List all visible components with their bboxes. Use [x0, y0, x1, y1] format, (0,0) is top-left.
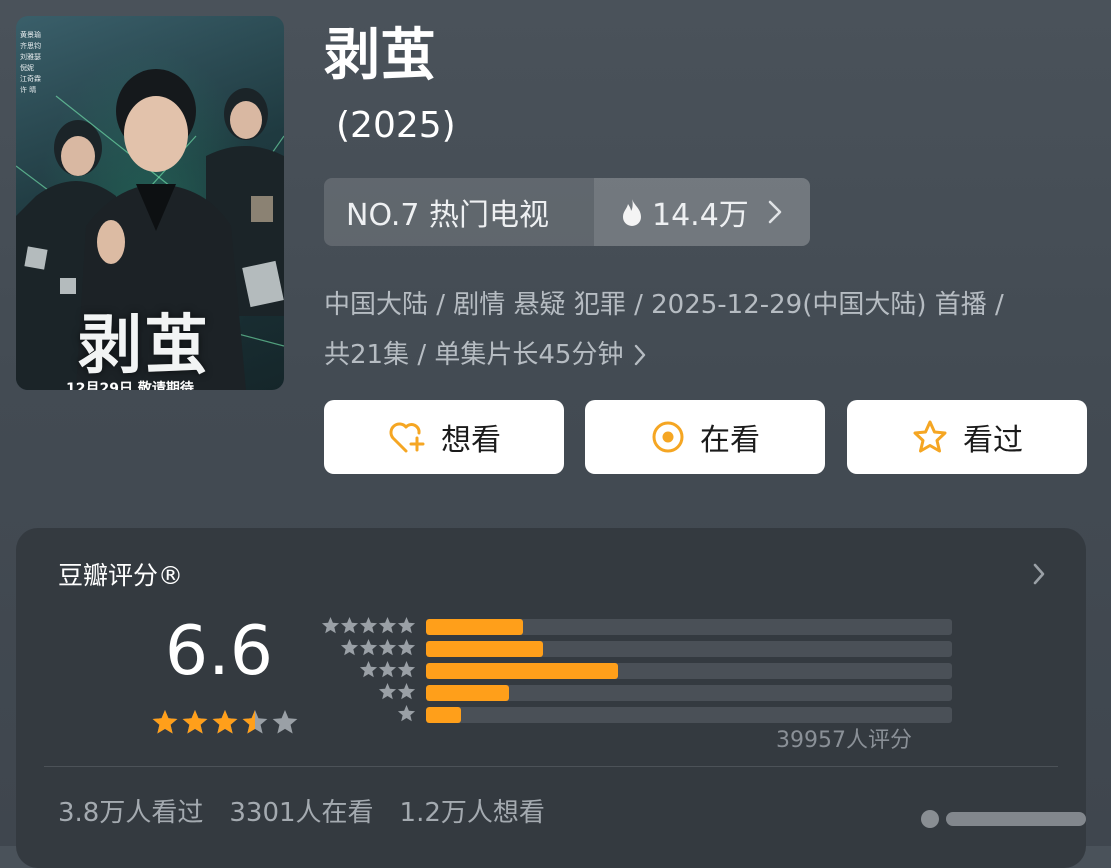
distribution-star	[340, 639, 359, 656]
rating-star-filled	[152, 710, 178, 734]
distribution-bar-track	[426, 663, 952, 679]
distribution-star	[359, 661, 378, 678]
rating-section-title: 豆瓣评分®	[58, 561, 184, 590]
star-level-3	[359, 661, 416, 678]
want-to-watch-button[interactable]: 想看	[324, 400, 564, 474]
distribution-star	[378, 683, 397, 700]
rank-label[interactable]: NO.7 热门电视	[324, 178, 594, 246]
distribution-row	[316, 704, 416, 726]
meta-line-1: 中国大陆 / 剧情 悬疑 犯罪 / 2025-12-29(中国大陆) 首播 /	[324, 290, 1004, 320]
distribution-star	[397, 639, 416, 656]
watching-count: 3301人在看	[229, 798, 374, 828]
distribution-star	[340, 617, 359, 634]
star-level-4	[340, 639, 416, 656]
distribution-row	[316, 638, 416, 660]
audience-stats: 3.8万人看过 3301人在看 1.2万人想看	[58, 792, 545, 829]
chevron-right-icon	[768, 200, 782, 224]
distribution-star	[359, 617, 378, 634]
distribution-star	[378, 617, 397, 634]
distribution-star	[397, 683, 416, 700]
poster-credits: 黄景瑜 齐思钧 刘雅瑟 倪妮 江奇霖 许 晴	[20, 30, 48, 96]
want-count: 1.2万人想看	[399, 798, 545, 828]
poster-credit: 齐思钧	[20, 42, 41, 50]
heart-plus-icon	[389, 422, 425, 453]
distribution-bar-fill	[426, 663, 618, 679]
flame-icon	[623, 198, 641, 226]
poster-credit: 黄景瑜	[20, 31, 41, 39]
star-level-5	[321, 617, 416, 634]
star-level-2	[378, 683, 416, 700]
target-circle-icon	[652, 421, 684, 453]
distribution-bar-fill	[426, 707, 462, 723]
poster-image[interactable]: 黄景瑜 齐思钧 刘雅瑟 倪妮 江奇霖 许 晴 剥茧 12月29日 敬请期待	[16, 16, 284, 390]
distribution-row	[316, 682, 416, 704]
watching-button[interactable]: 在看	[585, 400, 825, 474]
distribution-row	[316, 660, 416, 682]
watched-button[interactable]: 看过	[847, 400, 1087, 474]
distribution-star	[397, 661, 416, 678]
meta-line-2[interactable]: 共21集 / 单集片长45分钟	[324, 330, 1094, 380]
watched-count: 3.8万人看过	[58, 798, 204, 828]
rating-star-filled	[212, 710, 238, 734]
watching-label: 在看	[700, 423, 760, 458]
star-outline-icon	[913, 420, 947, 453]
distribution-star	[378, 661, 397, 678]
watched-label: 看过	[963, 423, 1023, 458]
distribution-star	[378, 639, 397, 656]
distribution-bar-track	[426, 641, 952, 657]
poster-credit: 刘雅瑟	[20, 53, 41, 61]
show-year: (2025)	[336, 105, 456, 146]
watermark-logo	[921, 810, 1086, 828]
distribution-bar-track	[426, 707, 952, 723]
rating-score: 6.6	[164, 612, 274, 691]
heat-value: 14.4万	[652, 198, 749, 233]
distribution-star	[359, 639, 378, 656]
rating-star	[272, 710, 298, 734]
rating-star-filled	[182, 710, 208, 734]
distribution-bar-track	[426, 685, 952, 701]
poster-credit: 许 晴	[20, 86, 37, 94]
distribution-star	[397, 705, 416, 722]
heat-indicator[interactable]: 14.4万	[594, 178, 810, 246]
poster-credit: 江奇霖	[20, 75, 41, 83]
chevron-right-icon[interactable]	[1032, 562, 1046, 586]
poster-title-art: 剥茧	[78, 308, 210, 383]
star-level-1	[397, 705, 416, 722]
show-meta[interactable]: 中国大陆 / 剧情 悬疑 犯罪 / 2025-12-29(中国大陆) 首播 / …	[324, 280, 1094, 380]
distribution-bar-fill	[426, 641, 543, 657]
divider	[44, 766, 1058, 767]
rating-count: 39957人评分	[776, 728, 912, 753]
want-to-watch-label: 想看	[441, 423, 501, 458]
poster-credit: 倪妮	[20, 64, 34, 72]
chevron-right-icon	[635, 344, 646, 366]
distribution-bar-fill	[426, 619, 524, 635]
show-title: 剥茧	[324, 23, 436, 88]
distribution-bar-fill	[426, 685, 510, 701]
distribution-bar-track	[426, 619, 952, 635]
score-stars	[152, 710, 298, 734]
ranking-pill[interactable]: NO.7 热门电视 14.4万	[324, 178, 810, 246]
poster-date-text: 12月29日 敬请期待	[66, 381, 194, 390]
distribution-star	[321, 617, 340, 634]
meta-line-2-text: 共21集 / 单集片长45分钟	[324, 340, 624, 370]
distribution-row	[316, 616, 416, 638]
distribution-star	[397, 617, 416, 634]
